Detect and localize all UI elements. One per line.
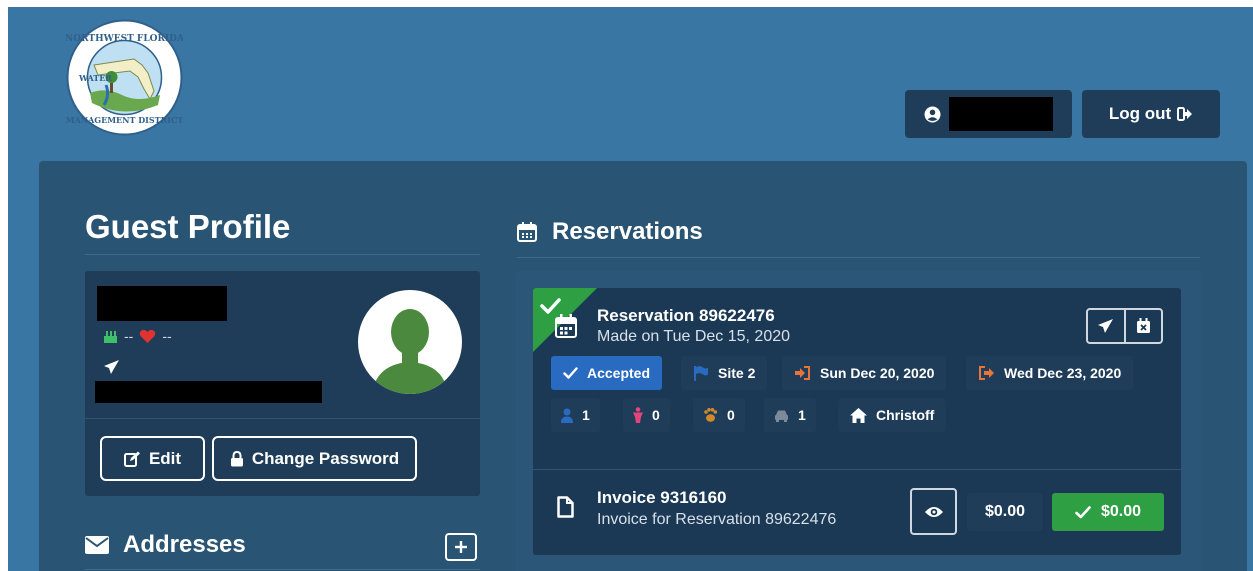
lodging-badge: Christoff	[838, 398, 947, 432]
redacted-guest-name	[97, 286, 227, 321]
children-count: 0	[652, 407, 660, 423]
invoice-amount-paid: $0.00	[1100, 503, 1142, 520]
vehicles-badge: 1	[764, 398, 816, 432]
status-badge: Accepted	[551, 356, 663, 390]
profile-card: -- -- Edit Change Password	[85, 271, 480, 496]
pets-badge: 0	[693, 398, 745, 432]
check-out-date: Wed Dec 23, 2020	[1004, 365, 1122, 381]
edit-profile-button[interactable]: Edit	[100, 436, 205, 481]
reservation-action-group	[1086, 308, 1163, 344]
invoice-divider	[533, 469, 1181, 470]
birthday-value: --	[124, 328, 134, 344]
lodging-name: Christoff	[876, 407, 935, 423]
user-account-button[interactable]	[905, 90, 1072, 138]
redacted-guest-email	[95, 381, 322, 403]
anniversary-value: --	[162, 328, 172, 344]
birthday-cake-icon	[104, 330, 117, 343]
reservation-title[interactable]: Reservation 89622476	[597, 306, 775, 326]
reservation-calendar-icon	[555, 314, 577, 338]
add-address-button[interactable]	[445, 533, 477, 561]
site-badge: Site 2	[681, 356, 768, 390]
user-circle-icon	[924, 106, 941, 122]
child-icon	[633, 407, 643, 423]
cancel-reservation-button[interactable]	[1123, 310, 1162, 342]
change-password-button[interactable]: Change Password	[212, 436, 417, 481]
seal-text-bottom: MANAGEMENT DISTRICT	[66, 115, 183, 125]
reservation-card[interactable]: Reservation 89622476 Made on Tue Dec 15,…	[533, 288, 1181, 555]
sign-out-icon	[1177, 107, 1193, 121]
check-icon	[563, 367, 578, 379]
district-seal-icon: NORTHWEST FLORIDA MANAGEMENT DISTRICT WA…	[65, 19, 185, 136]
logout-button[interactable]: Log out	[1082, 90, 1220, 138]
flag-icon	[694, 365, 708, 381]
calendar-times-icon	[1136, 318, 1150, 333]
district-logo[interactable]: NORTHWEST FLORIDA MANAGEMENT DISTRICT WA…	[65, 19, 185, 136]
profile-card-divider	[85, 418, 480, 419]
eye-icon	[924, 506, 943, 517]
edit-label: Edit	[148, 448, 182, 468]
car-icon	[775, 410, 788, 422]
envelope-icon	[85, 536, 109, 554]
children-badge: 0	[623, 398, 670, 432]
adult-icon	[561, 408, 573, 423]
plus-icon	[455, 541, 467, 553]
user-silhouette-icon	[372, 309, 448, 394]
check-in-date: Sun Dec 20, 2020	[820, 365, 935, 381]
lock-icon	[230, 450, 243, 466]
redacted-username	[949, 97, 1053, 131]
page-frame: NORTHWEST FLORIDA MANAGEMENT DISTRICT WA…	[8, 7, 1253, 571]
heart-icon	[140, 329, 156, 343]
reservations-title-divider	[517, 257, 1200, 258]
adults-count: 1	[582, 407, 590, 423]
check-in-badge: Sun Dec 20, 2020	[782, 356, 947, 390]
avatar	[358, 290, 462, 394]
file-icon	[557, 496, 574, 518]
paper-plane-icon	[1098, 319, 1114, 333]
home-icon	[850, 407, 867, 423]
edit-icon	[123, 451, 140, 467]
vehicles-count: 1	[798, 407, 806, 423]
seal-text-top: NORTHWEST FLORIDA	[66, 34, 183, 44]
view-invoice-button[interactable]	[910, 488, 957, 535]
email-row	[103, 359, 120, 380]
adults-badge: 1	[551, 398, 600, 432]
seal-text-left: WATER	[78, 73, 112, 83]
reservation-made-on: Made on Tue Dec 15, 2020	[597, 328, 791, 345]
invoice-paid-badge[interactable]: $0.00	[1052, 493, 1164, 531]
paw-icon	[704, 408, 718, 422]
invoice-subtitle: Invoice for Reservation 89622476	[597, 511, 837, 528]
status-label: Accepted	[587, 365, 651, 381]
guest-info-row: -- --	[103, 328, 172, 344]
main-panel: Guest Profile -- -- Edit Change Password…	[39, 161, 1247, 571]
paper-plane-icon	[104, 360, 119, 374]
sign-out-icon	[979, 366, 994, 380]
reservations-list: Reservation 89622476 Made on Tue Dec 15,…	[516, 271, 1201, 571]
change-password-label: Change Password	[251, 448, 400, 468]
addresses-heading: Addresses	[85, 531, 246, 559]
reservations-title: Reservations	[552, 218, 703, 245]
site-label: Site 2	[718, 365, 756, 381]
send-confirmation-button[interactable]	[1088, 310, 1124, 342]
addresses-divider	[85, 569, 480, 570]
check-out-badge: Wed Dec 23, 2020	[966, 356, 1134, 390]
page-title: Guest Profile	[85, 208, 291, 245]
check-icon	[1075, 505, 1091, 518]
invoice-amount-due: $0.00	[967, 493, 1043, 531]
reservations-heading: Reservations	[517, 218, 703, 246]
pets-count: 0	[727, 407, 735, 423]
profile-title-divider	[85, 254, 480, 255]
addresses-title: Addresses	[123, 531, 246, 558]
sign-in-icon	[795, 366, 810, 380]
calendar-icon	[517, 222, 537, 242]
logout-label: Log out	[1108, 104, 1172, 123]
invoice-title[interactable]: Invoice 9316160	[597, 488, 726, 508]
